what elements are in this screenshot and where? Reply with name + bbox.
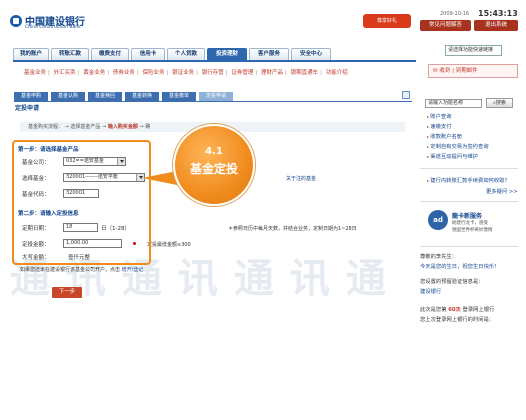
register-link[interactable]: 增开/登记	[122, 267, 144, 273]
greeting-name: 尊敬的李先生：	[420, 254, 458, 260]
logout-button[interactable]: 退出系统	[474, 20, 518, 31]
login-count-info: 此次是您第 60次 登录网上银行	[420, 307, 495, 313]
tab-fund-redeem[interactable]: 基金赎回	[88, 92, 122, 101]
promo-title[interactable]: 龍卡新服务	[452, 211, 482, 220]
nav-tab-accounts[interactable]: 我的账户	[13, 48, 49, 60]
divider	[420, 168, 518, 169]
right-link[interactable]: 速缴支付	[427, 122, 451, 130]
nav-tab-credit-card[interactable]: 信用卡	[131, 48, 165, 60]
tab-fund-cancel[interactable]: 基金撤单	[162, 92, 196, 101]
nav-tab-payment[interactable]: 缴费支付	[91, 48, 129, 60]
subnav-item[interactable]: 债券业务	[113, 70, 135, 76]
next-step-button[interactable]: 下一步	[52, 287, 82, 298]
tab-divider	[14, 101, 412, 102]
subnav-item[interactable]: 银期直通车	[291, 70, 319, 76]
cert-label: 您设置的预留验证信息是：	[420, 279, 484, 285]
right-link[interactable]: 收款账户名册	[427, 132, 462, 140]
promo-line: 刷建行龙卡，感受	[452, 221, 488, 226]
faq-button[interactable]: 常见问题解答	[420, 20, 471, 31]
nav-tab-investment[interactable]: 投资理财	[207, 48, 247, 60]
right-link[interactable]: 账户查询	[427, 112, 451, 120]
nav-divider	[13, 60, 416, 62]
subnav-item[interactable]: 证券管理	[231, 70, 253, 76]
right-link[interactable]: 渠道互动提问与维护	[427, 152, 478, 160]
subnav-item[interactable]: 外汇买卖	[54, 70, 76, 76]
print-icon[interactable]	[402, 91, 410, 99]
nav-tab-security[interactable]: 安全中心	[291, 48, 331, 60]
divider	[420, 246, 518, 247]
page-title: 定投申请	[15, 105, 40, 112]
cert-value: 建设银行	[420, 289, 442, 295]
promo-badge-icon: ad	[428, 210, 448, 230]
nav-tab-loans[interactable]: 个人贷款	[167, 48, 205, 60]
nav-tab-service[interactable]: 客户服务	[249, 48, 289, 60]
quick-link-select[interactable]: 请选择功能快速链接	[445, 45, 502, 56]
fee-question-link[interactable]: 建行内转账汇款手续费如何收取？	[427, 176, 509, 184]
callout-number: 4.1	[205, 146, 223, 157]
footer-note: 如果您还未在建设银行该基金公司开户，点击 增开/登记	[20, 267, 144, 273]
current-date: 2009-10-16	[440, 11, 470, 17]
search-button[interactable]: ⌕搜索	[486, 98, 513, 108]
current-step: 输入购买金额	[107, 124, 138, 130]
amount-note: 定投最低金额≥300	[147, 242, 191, 248]
subnav-item[interactable]: 理财产品	[261, 70, 283, 76]
tab-fund-subscribe[interactable]: 基金认购	[51, 92, 85, 101]
sub-nav: 基金业务 | 外汇买卖 | 黄金业务 | 债券业务 | 保险业务 | 银证业务 | 银行存管…	[24, 70, 348, 76]
bank-name-en: China Construction Bank	[25, 25, 81, 30]
divider	[420, 201, 518, 202]
promo-line: 德国世界杯奇妙激情	[452, 228, 493, 233]
subnav-item[interactable]: 银证业务	[172, 70, 194, 76]
right-link[interactable]: 定制自有交易为签约查询	[427, 142, 488, 150]
date-note: ＊参照日历中每月天数，并结合业务，定制日期为1~28日	[228, 226, 357, 232]
gift-button[interactable]: 尊享好礼	[363, 14, 411, 28]
followed-fund-link[interactable]: 关于注的基金	[286, 175, 316, 182]
nav-tab-transfer[interactable]: 转账汇款	[51, 48, 89, 60]
subnav-item[interactable]: 黄金业务	[83, 70, 105, 76]
subnav-item[interactable]: 基金业务	[24, 70, 46, 76]
tab-fixed-investment[interactable]: 定投申请	[199, 92, 233, 101]
highlight-frame	[12, 140, 151, 265]
greeting-birthday: 今天是您的生日，祝您生日快乐！	[420, 264, 500, 270]
more-questions-link[interactable]: 更多疑问 >>	[486, 187, 518, 195]
last-login-info: 您上次登录网上银行的时间是：	[420, 317, 495, 323]
current-time: 15:43:13	[478, 9, 518, 18]
subnav-item[interactable]: 银行存管	[202, 70, 224, 76]
subnav-item[interactable]: 保险业务	[143, 70, 165, 76]
subnav-item[interactable]: 功能介绍	[326, 70, 348, 76]
bank-logo-icon	[10, 15, 22, 27]
mailbox-notice[interactable]: ✉ 收到 | 到期邮件	[428, 64, 518, 78]
tab-fund-purchase[interactable]: 基金申购	[14, 92, 48, 101]
tab-fund-convert[interactable]: 基金转换	[125, 92, 159, 101]
callout-text: 基金定投	[189, 162, 238, 176]
function-search-input[interactable]: 请输入功能名称	[425, 99, 482, 108]
